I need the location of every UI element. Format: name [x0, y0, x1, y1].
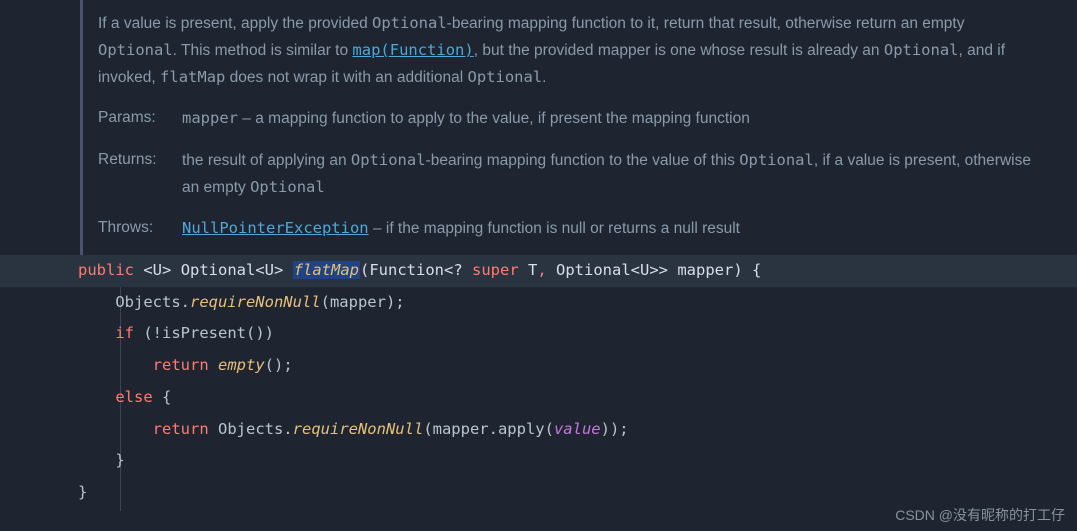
code-line: if (!isPresent()): [78, 318, 1077, 350]
javadoc-returns: Returns: the result of applying an Optio…: [98, 147, 1077, 202]
returns-label: Returns:: [98, 147, 176, 202]
code-editor[interactable]: public <U> Optional<U> flatMap(Function<…: [0, 255, 1077, 509]
code-line: Objects.requireNonNull(mapper);: [78, 287, 1077, 319]
params-value: mapper – a mapping function to apply to …: [176, 105, 1037, 132]
map-function-link[interactable]: map(Function): [352, 41, 473, 59]
nullpointer-link[interactable]: NullPointerException: [182, 219, 369, 237]
javadoc-params: Params: mapper – a mapping function to a…: [98, 105, 1077, 132]
code-line: }: [78, 445, 1077, 477]
javadoc-throws: Throws: NullPointerException – if the ma…: [98, 215, 1077, 242]
throws-label: Throws:: [98, 215, 176, 242]
code-line: else {: [78, 382, 1077, 414]
code-line: return Objects.requireNonNull(mapper.app…: [78, 414, 1077, 446]
params-label: Params:: [98, 105, 176, 132]
method-flatmap: flatMap: [293, 261, 360, 279]
throws-value: NullPointerException – if the mapping fu…: [176, 215, 1037, 242]
javadoc-description: If a value is present, apply the provide…: [98, 10, 1077, 91]
code-line: return empty();: [78, 350, 1077, 382]
javadoc-block: If a value is present, apply the provide…: [80, 0, 1077, 255]
watermark: CSDN @没有昵称的打工仔: [895, 505, 1065, 525]
code-line-signature: public <U> Optional<U> flatMap(Function<…: [0, 255, 1077, 287]
returns-value: the result of applying an Optional-beari…: [176, 147, 1037, 202]
